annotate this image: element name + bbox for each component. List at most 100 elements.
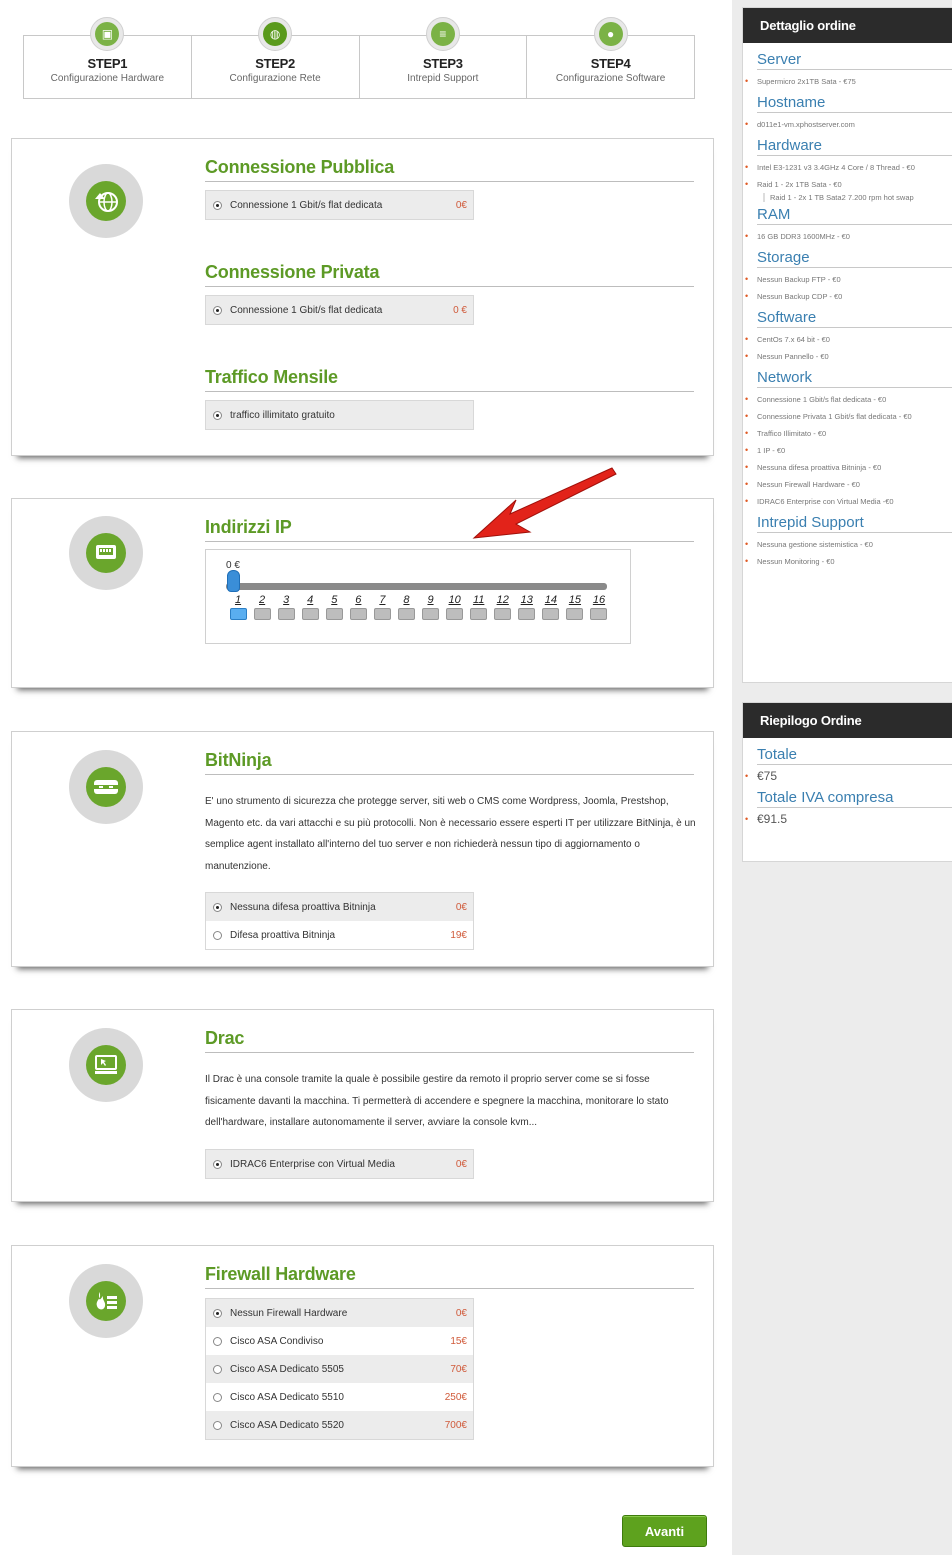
sidebar-list-item: 1 IP - €0: [745, 442, 952, 459]
public-connection-options: Connessione 1 Gbit/s flat dedicata 0€: [205, 190, 474, 220]
ip-tick[interactable]: 10: [443, 594, 467, 620]
option-price: 19€: [450, 929, 467, 941]
ip-tick-label: 10: [448, 594, 461, 606]
ip-tick[interactable]: 3: [274, 594, 298, 620]
firewall-options: Nessun Firewall Hardware 0€ Cisco ASA Co…: [205, 1298, 474, 1440]
ip-slider-ticks: 1 2 3 4 5 6 7 8 9 10 11 12 13 14 15 16: [226, 594, 611, 620]
ip-block-icon: [229, 608, 247, 620]
ip-tick[interactable]: 8: [394, 594, 418, 620]
radio-button[interactable]: [213, 200, 222, 210]
radio-button[interactable]: [213, 1308, 222, 1318]
sidebar-item-text: 1 IP - €0: [757, 446, 786, 455]
option-price: 0 €: [453, 304, 467, 316]
sidebar-list-item: Nessun Backup FTP - €0: [745, 271, 952, 288]
option-price: 250€: [444, 1391, 467, 1403]
ip-slider-box: 0 € 1 2 3 4 5 6 7 8 9 10 11 12 13 14 15 16: [205, 549, 631, 644]
private-connection-option[interactable]: Connessione 1 Gbit/s flat dedicata 0 €: [206, 296, 473, 324]
option-label: Cisco ASA Dedicato 5510: [230, 1391, 344, 1403]
ip-tick[interactable]: 4: [298, 594, 322, 620]
ip-tick[interactable]: 6: [346, 594, 370, 620]
sidebar-section-list: Nessun Backup FTP - €0 Nessun Backup CDP …: [745, 271, 952, 305]
ip-tick[interactable]: 16: [587, 594, 611, 620]
option-label: Cisco ASA Dedicato 5505: [230, 1363, 344, 1375]
ip-tick-label: 15: [568, 594, 582, 606]
ip-tick-label: 7: [379, 594, 386, 606]
private-connection-title: Connessione Privata: [205, 262, 694, 287]
firewall-option[interactable]: Nessun Firewall Hardware 0€: [206, 1299, 473, 1327]
radio-button[interactable]: [213, 410, 222, 420]
step-1[interactable]: ▣ STEP1 Configurazione Hardware: [24, 17, 192, 98]
radio-button[interactable]: [213, 930, 222, 940]
sidebar-section-title: Software: [757, 307, 952, 328]
ip-block-icon: [590, 608, 608, 620]
network-card: Connessione Pubblica Connessione 1 Gbit/…: [11, 138, 714, 456]
ip-tick[interactable]: 7: [370, 594, 394, 620]
sidebar-list-item: Intel E3-1231 v3 3.4GHz 4 Core / 8 Threa…: [745, 159, 952, 176]
ip-tick-label: 11: [472, 594, 485, 606]
firewall-flame-icon: [69, 1264, 143, 1338]
ip-tick[interactable]: 2: [250, 594, 274, 620]
public-connection-option[interactable]: Connessione 1 Gbit/s flat dedicata 0€: [206, 191, 473, 219]
private-connection-options: Connessione 1 Gbit/s flat dedicata 0 €: [205, 295, 474, 325]
remote-console-icon: [69, 1028, 143, 1102]
step-number: STEP1: [87, 56, 128, 71]
firewall-option[interactable]: Cisco ASA Dedicato 5505 70€: [206, 1355, 473, 1383]
drac-option-idrac6[interactable]: IDRAC6 Enterprise con Virtual Media 0€: [206, 1150, 473, 1178]
ip-block-icon: [349, 608, 367, 620]
ip-slider-handle[interactable]: [227, 570, 240, 592]
firewall-option[interactable]: Cisco ASA Dedicato 5510 250€: [206, 1383, 473, 1411]
option-label: IDRAC6 Enterprise con Virtual Media: [230, 1158, 395, 1170]
option-label: Cisco ASA Dedicato 5520: [230, 1419, 344, 1431]
radio-button[interactable]: [213, 902, 222, 912]
ip-tick[interactable]: 9: [419, 594, 443, 620]
ip-slider-track[interactable]: [226, 583, 607, 590]
firewall-option[interactable]: Cisco ASA Condiviso 15€: [206, 1327, 473, 1355]
step-4[interactable]: ● STEP4 Configurazione Software: [527, 17, 694, 98]
sidebar-section-title: Storage: [757, 247, 952, 268]
sidebar-item-text: Raid 1 - 2x 1TB Sata - €0: [757, 180, 842, 189]
option-label: Difesa proattiva Bitninja: [230, 929, 336, 941]
option-price: 70€: [450, 1363, 467, 1375]
sidebar-list-item: IDRAC6 Enterprise con Virtual Media -€0: [745, 493, 952, 510]
ip-tick[interactable]: 1: [226, 594, 250, 620]
ip-tick[interactable]: 12: [491, 594, 515, 620]
sidebar-list-item: Nessun Firewall Hardware - €0: [745, 476, 952, 493]
sidebar-item-text: Nessun Pannello - €0: [757, 352, 829, 361]
bitninja-option-proactive[interactable]: Difesa proattiva Bitninja 19€: [206, 921, 473, 949]
option-label: Nessuna difesa proattiva Bitninja: [230, 901, 376, 913]
radio-button[interactable]: [213, 1159, 222, 1169]
ip-block-icon: [494, 608, 512, 620]
radio-button[interactable]: [213, 305, 222, 315]
sidebar-item-text: Nessuna gestione sistemistica - €0: [757, 540, 873, 549]
ip-tick[interactable]: 5: [322, 594, 346, 620]
sidebar-list-item: Nessun Monitoring - €0: [745, 553, 952, 570]
radio-button[interactable]: [213, 1392, 222, 1402]
sidebar-item-text: Intel E3-1231 v3 3.4GHz 4 Core / 8 Threa…: [757, 163, 915, 172]
ip-tick[interactable]: 13: [515, 594, 539, 620]
ip-tick[interactable]: 11: [467, 594, 491, 620]
bitninja-option-none[interactable]: Nessuna difesa proattiva Bitninja 0€: [206, 893, 473, 921]
drac-title: Drac: [205, 1028, 694, 1053]
step-3[interactable]: ≡ STEP3 Intrepid Support: [360, 17, 528, 98]
ip-tick[interactable]: 15: [563, 594, 587, 620]
next-button[interactable]: Avanti: [622, 1515, 707, 1547]
ip-block-icon: [542, 608, 560, 620]
option-price: 0€: [455, 1158, 467, 1170]
sidebar-item-text: IDRAC6 Enterprise con Virtual Media -€0: [757, 497, 894, 506]
ip-tick[interactable]: 14: [539, 594, 563, 620]
hardware-icon: ▣: [90, 17, 125, 51]
radio-button[interactable]: [213, 1364, 222, 1374]
ip-block-icon: [422, 608, 440, 620]
radio-button[interactable]: [213, 1336, 222, 1346]
firewall-option[interactable]: Cisco ASA Dedicato 5520 700€: [206, 1411, 473, 1439]
radio-button[interactable]: [213, 1420, 222, 1430]
step-2[interactable]: ◍ STEP2 Configurazione Rete: [192, 17, 360, 98]
ip-block-icon: [373, 608, 391, 620]
order-sidebar: Dettaglio ordine Server Supermicro 2x1TB …: [732, 0, 952, 1555]
order-summary-body: Totale €75 Totale IVA compresa €91.5: [743, 738, 952, 836]
sidebar-list-item: Nessun Backup CDP - €0: [745, 288, 952, 305]
sidebar-list-item: Nessuna difesa proattiva Bitninja - €0: [745, 459, 952, 476]
sidebar-item-text: CentOs 7.x 64 bit - €0: [757, 335, 830, 344]
monthly-traffic-option[interactable]: traffico illimitato gratuito: [206, 401, 473, 429]
sidebar-section-list: Supermicro 2x1TB Sata - €75: [745, 73, 952, 90]
